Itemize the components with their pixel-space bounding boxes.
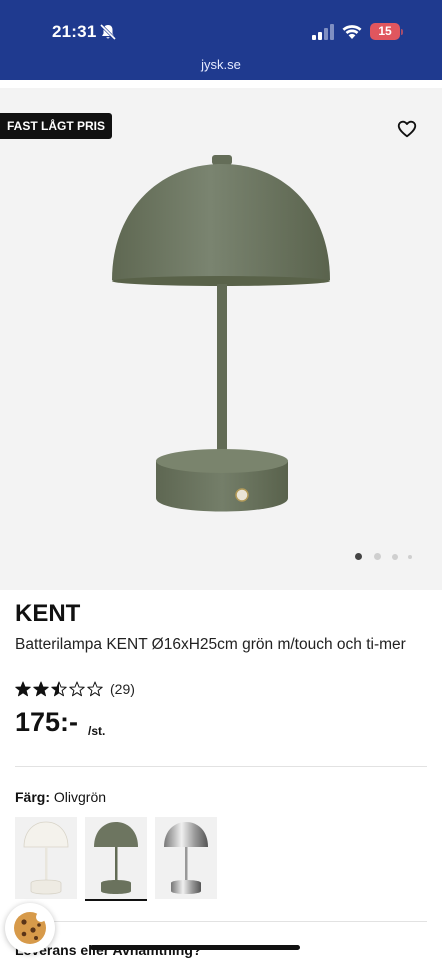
carousel-dot-active[interactable] [355, 553, 362, 560]
star-icon-half [51, 681, 67, 697]
product-price: 175:- [15, 707, 79, 737]
star-icon-full [15, 681, 31, 697]
star-icon-empty [69, 681, 85, 697]
lamp-thumbnail-chrome [164, 822, 208, 894]
lamp-product-image [112, 155, 330, 512]
lamp-thumbnail-olive [94, 822, 138, 894]
star-icon-full [33, 681, 49, 697]
carousel-dots[interactable] [355, 552, 415, 562]
product-brand: KENT [15, 600, 81, 627]
review-count[interactable]: (29) [110, 681, 135, 697]
bell-muted-icon [99, 23, 117, 41]
battery-tip [401, 29, 403, 35]
clock: 21:31 [52, 22, 97, 41]
signal-icon [312, 24, 334, 40]
color-selector-label: Färg: Olivgrön [15, 789, 106, 805]
carousel-dot[interactable] [374, 553, 381, 560]
battery-indicator: 15 [370, 23, 400, 40]
wifi-icon [342, 25, 362, 39]
price-unit: /st. [88, 724, 106, 738]
divider [15, 766, 427, 767]
heart-icon[interactable] [396, 118, 418, 140]
carousel-dot[interactable] [392, 554, 398, 560]
status-bar: 21:31 15 jysk.se [0, 0, 442, 80]
home-indicator[interactable] [90, 945, 300, 950]
color-option-chrome[interactable] [155, 817, 217, 899]
divider [15, 921, 427, 922]
lamp-thumbnail-white [23, 821, 69, 895]
cookie-icon [14, 912, 46, 944]
carousel-dot[interactable] [408, 555, 412, 559]
product-description: Batterilampa KENT Ø16xH25cm grön m/touch… [15, 636, 406, 653]
color-option-olive[interactable] [85, 817, 147, 901]
price-badge: FAST LÅGT PRIS [0, 113, 113, 139]
cookie-settings-button[interactable] [5, 903, 55, 953]
star-icon-empty [87, 681, 103, 697]
url-label[interactable]: jysk.se [0, 57, 442, 72]
color-label: Färg: [15, 789, 50, 805]
color-value: Olivgrön [53, 789, 107, 805]
rating-stars[interactable] [15, 681, 105, 697]
color-option-white[interactable] [15, 817, 77, 899]
